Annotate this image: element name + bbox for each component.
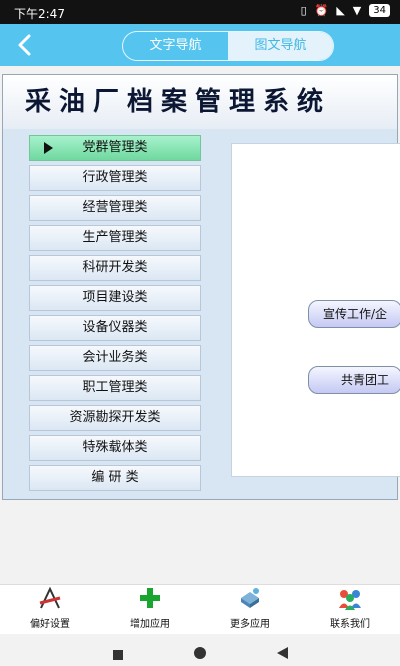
add-app-button[interactable]: 增加应用 — [100, 585, 200, 635]
category-item-compilation[interactable]: 编 研 类 — [29, 465, 201, 491]
contact-us-label: 联系我们 — [330, 619, 370, 630]
preferences-button[interactable]: 偏好设置 — [0, 585, 100, 635]
tab-text-nav[interactable]: 文字导航 — [123, 32, 228, 60]
category-item-production[interactable]: 生产管理类 — [29, 225, 201, 251]
add-app-icon — [138, 586, 162, 613]
contact-us-button[interactable]: 联系我们 — [300, 585, 400, 635]
category-item-special-media[interactable]: 特殊载体类 — [29, 435, 201, 461]
status-bar: 下午2:47 ▯ ⏰ ◣ ▼ 34 — [0, 0, 400, 24]
category-label: 经营管理类 — [82, 200, 148, 215]
category-label: 资源勘探开发类 — [69, 410, 161, 425]
category-sidebar: 党群管理类 行政管理类 经营管理类 生产管理类 科研开发类 项目建设类 设备仪器… — [29, 135, 201, 495]
recent-apps-icon[interactable] — [113, 645, 123, 664]
nav-mode-switch: 文字导航 图文导航 — [122, 31, 334, 61]
category-label: 生产管理类 — [82, 230, 148, 245]
back-arrow-icon[interactable] — [12, 32, 38, 58]
tab-image-nav[interactable]: 图文导航 — [228, 32, 333, 60]
category-label: 科研开发类 — [82, 260, 148, 275]
category-label: 会计业务类 — [82, 350, 148, 365]
category-item-accounting[interactable]: 会计业务类 — [29, 345, 201, 371]
archive-system-frame: 采油厂档案管理系统 党群管理类 行政管理类 经营管理类 生产管理类 科研开发类 … — [2, 74, 400, 500]
contact-us-icon — [336, 586, 364, 613]
preferences-icon — [37, 586, 63, 613]
category-label: 特殊载体类 — [82, 440, 148, 455]
category-item-staff[interactable]: 职工管理类 — [29, 375, 201, 401]
subcategory-button[interactable]: 共青团工 — [308, 366, 400, 394]
preferences-label: 偏好设置 — [30, 619, 70, 630]
add-app-label: 增加应用 — [130, 619, 170, 630]
more-apps-label: 更多应用 — [230, 619, 270, 630]
subcategory-panel: 宣传工作/企 共青团工 — [231, 143, 400, 477]
play-arrow-icon — [44, 142, 53, 154]
category-label: 职工管理类 — [82, 380, 148, 395]
category-item-projects[interactable]: 项目建设类 — [29, 285, 201, 311]
app-bar: 文字导航 图文导航 — [0, 24, 400, 66]
more-apps-icon — [237, 586, 263, 613]
bottom-toolbar: 偏好设置 增加应用 更多应用 联系我们 — [0, 584, 400, 635]
category-item-research[interactable]: 科研开发类 — [29, 255, 201, 281]
back-nav-icon[interactable] — [277, 644, 289, 663]
subcategory-button[interactable]: 宣传工作/企 — [308, 300, 400, 328]
alarm-icon: ⏰ — [314, 4, 329, 17]
home-icon[interactable] — [194, 644, 206, 663]
wifi-icon: ▼ — [352, 4, 362, 17]
status-icons: ▯ ⏰ ◣ ▼ 34 — [301, 4, 390, 17]
category-label: 编 研 类 — [91, 470, 139, 485]
system-nav-bar — [0, 634, 400, 666]
category-label: 项目建设类 — [82, 290, 148, 305]
category-label: 设备仪器类 — [82, 320, 148, 335]
signal-icon: ◣ — [336, 4, 345, 17]
category-item-business[interactable]: 经营管理类 — [29, 195, 201, 221]
category-item-equipment[interactable]: 设备仪器类 — [29, 315, 201, 341]
vibrate-icon: ▯ — [300, 4, 307, 17]
category-label: 行政管理类 — [82, 170, 148, 185]
status-time: 下午2:47 — [14, 7, 65, 21]
battery-icon: 34 — [369, 4, 390, 17]
category-item-admin[interactable]: 行政管理类 — [29, 165, 201, 191]
main-content: 采油厂档案管理系统 党群管理类 行政管理类 经营管理类 生产管理类 科研开发类 … — [0, 66, 400, 584]
category-label: 党群管理类 — [82, 140, 148, 155]
category-item-exploration[interactable]: 资源勘探开发类 — [29, 405, 201, 431]
more-apps-button[interactable]: 更多应用 — [200, 585, 300, 635]
system-title: 采油厂档案管理系统 — [3, 75, 397, 129]
category-item-party[interactable]: 党群管理类 — [29, 135, 201, 161]
